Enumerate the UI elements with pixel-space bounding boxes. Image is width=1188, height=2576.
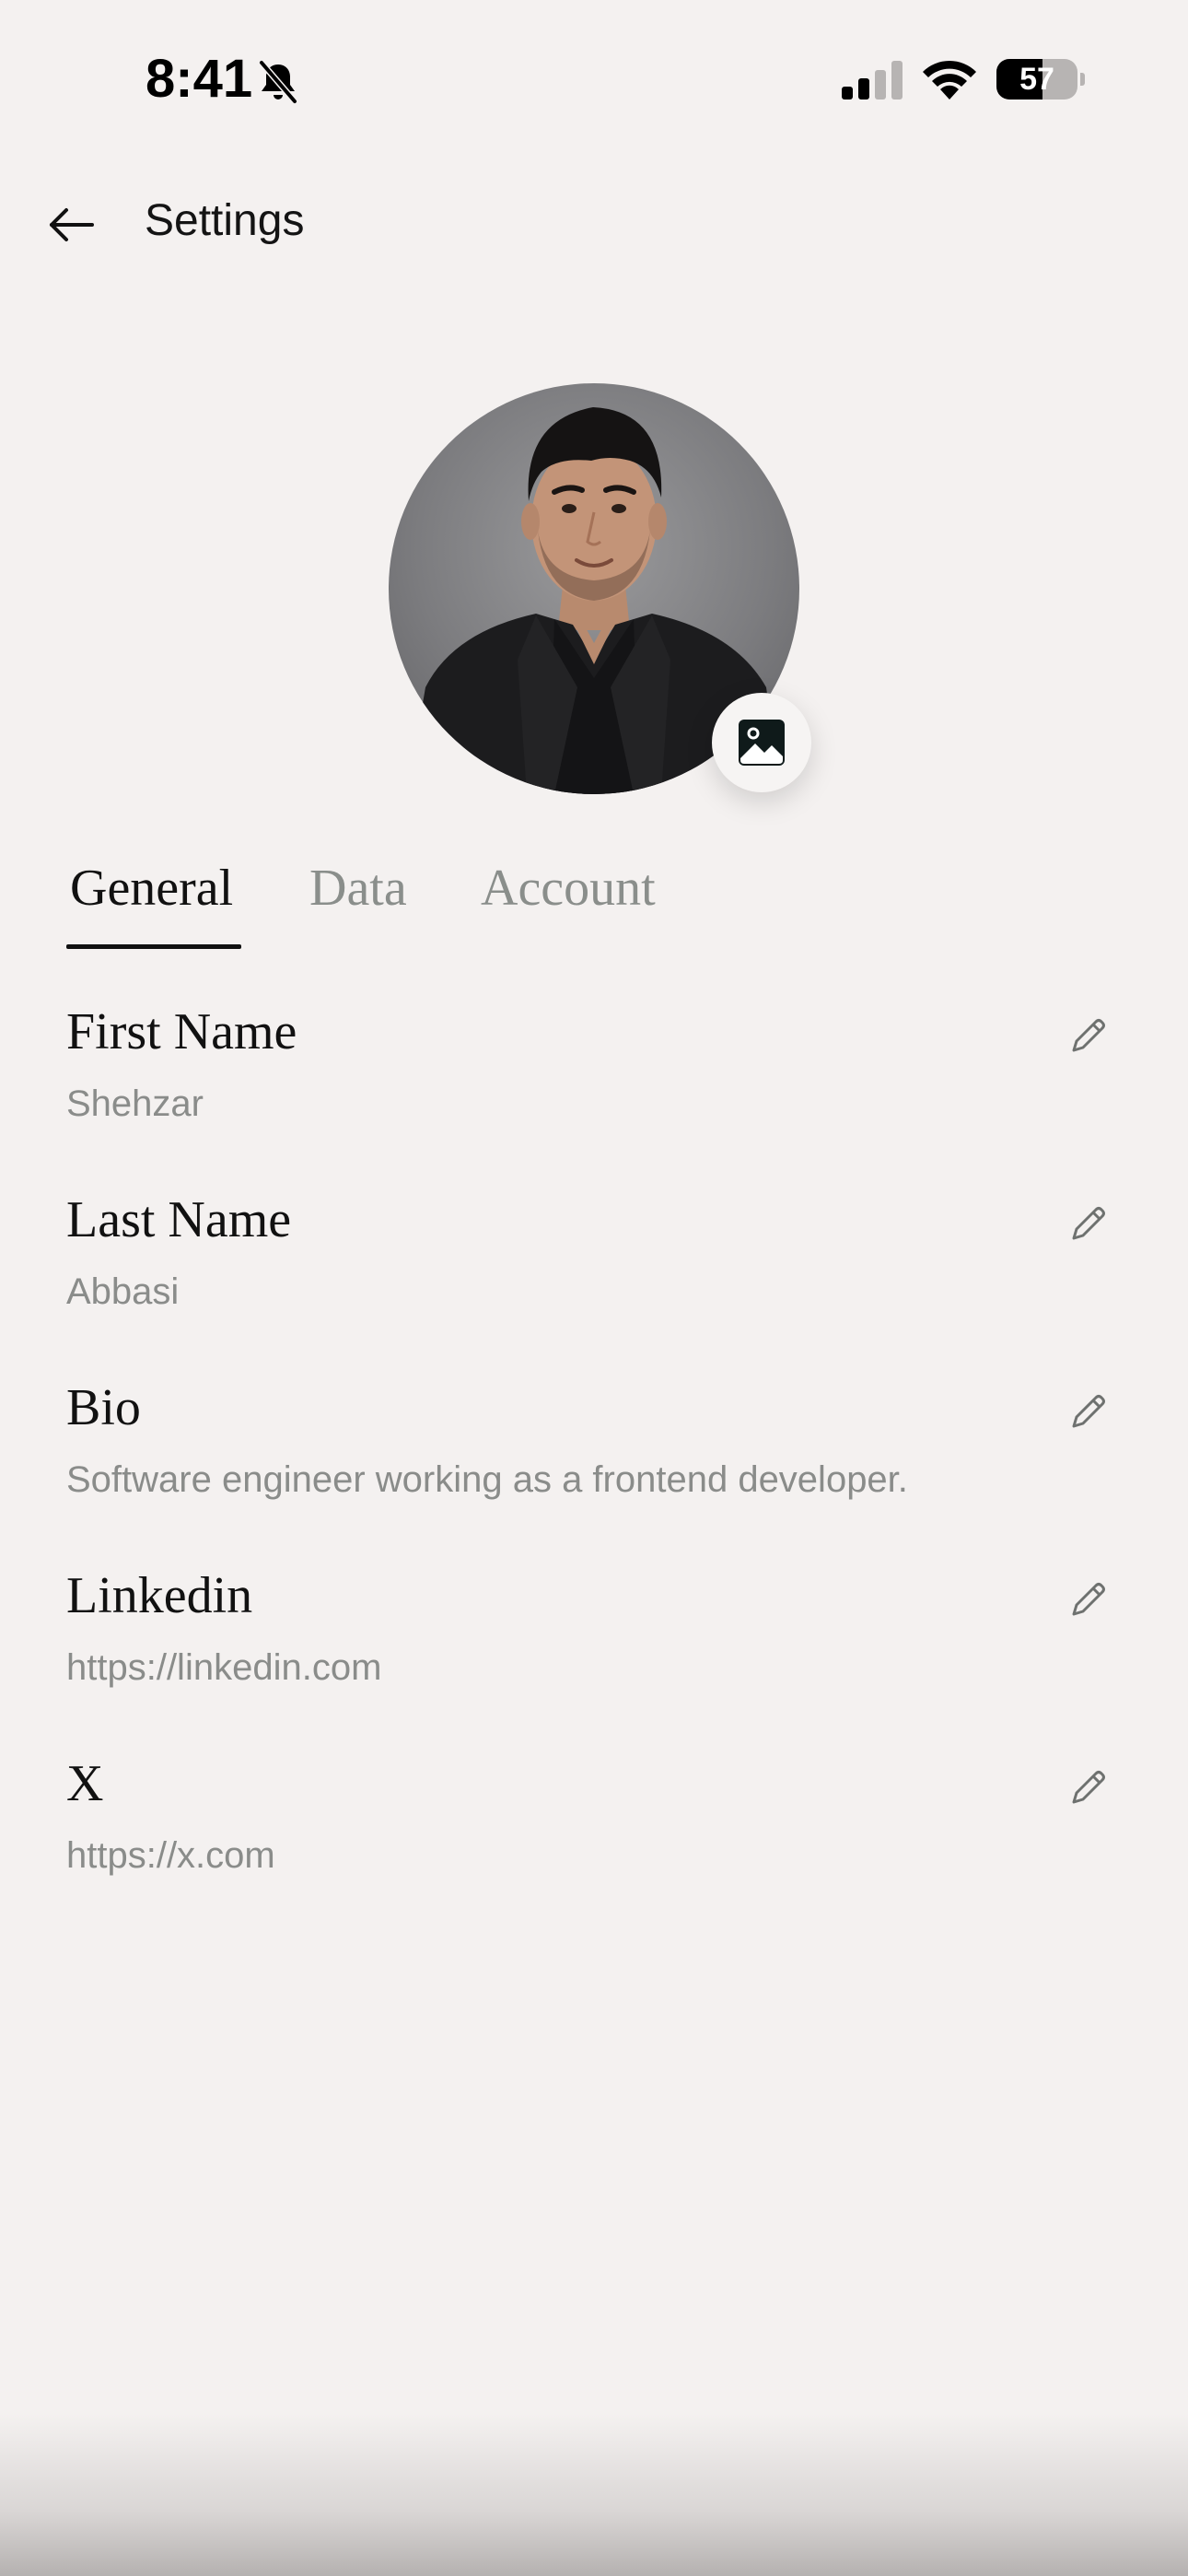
field-label: Last Name bbox=[66, 1191, 292, 1248]
battery-cap bbox=[1080, 73, 1085, 86]
field-label: Bio bbox=[66, 1379, 141, 1436]
back-button[interactable] bbox=[48, 192, 122, 258]
field-last-name: Last Name Abbasi bbox=[66, 1190, 1122, 1365]
pencil-icon bbox=[1072, 1395, 1105, 1428]
field-value: Abbasi bbox=[66, 1271, 180, 1312]
edit-first-name-button[interactable] bbox=[1061, 1008, 1116, 1063]
field-value: https://linkedin.com bbox=[66, 1647, 382, 1688]
field-label: Linkedin bbox=[66, 1567, 253, 1624]
pencil-icon bbox=[1072, 1019, 1105, 1052]
edit-x-button[interactable] bbox=[1061, 1760, 1116, 1815]
field-first-name: First Name Shehzar bbox=[66, 1002, 1122, 1177]
bottom-fade bbox=[0, 2414, 1188, 2576]
edit-bio-button[interactable] bbox=[1061, 1384, 1116, 1439]
field-x: X https://x.com bbox=[66, 1754, 1122, 1929]
tab-general[interactable]: General bbox=[70, 859, 233, 918]
tab-data[interactable]: Data bbox=[309, 859, 407, 918]
pencil-icon bbox=[1072, 1583, 1105, 1616]
page-title: Settings bbox=[145, 196, 305, 245]
field-linkedin: Linkedin https://linkedin.com bbox=[66, 1566, 1122, 1741]
bell-slash-icon bbox=[258, 59, 298, 105]
battery-body: 57 bbox=[996, 59, 1077, 100]
field-label: X bbox=[66, 1755, 104, 1812]
pencil-icon bbox=[1072, 1771, 1105, 1804]
edit-linkedin-button[interactable] bbox=[1061, 1572, 1116, 1627]
field-label: First Name bbox=[66, 1003, 297, 1060]
wifi-icon bbox=[923, 60, 976, 100]
field-bio: Bio Software engineer working as a front… bbox=[66, 1378, 1122, 1553]
status-bar: 8:41 57 bbox=[0, 0, 1188, 157]
cellular-signal-icon bbox=[842, 61, 903, 100]
field-value: Shehzar bbox=[66, 1083, 204, 1124]
field-value: https://x.com bbox=[66, 1835, 275, 1876]
arrow-left-icon bbox=[50, 208, 94, 241]
tab-account[interactable]: Account bbox=[481, 859, 656, 918]
status-time: 8:41 bbox=[146, 49, 253, 109]
settings-screen: 8:41 57 Settings General Data Account Fi… bbox=[0, 0, 1188, 2576]
edit-last-name-button[interactable] bbox=[1061, 1196, 1116, 1251]
active-tab-indicator bbox=[66, 944, 241, 949]
battery-icon: 57 bbox=[996, 59, 1085, 100]
change-photo-button[interactable] bbox=[712, 693, 811, 792]
tab-bar: General Data Account bbox=[66, 859, 1122, 951]
field-value: Software engineer working as a frontend … bbox=[66, 1459, 908, 1500]
image-icon bbox=[739, 720, 785, 766]
battery-level: 57 bbox=[1019, 62, 1054, 97]
pencil-icon bbox=[1072, 1207, 1105, 1240]
